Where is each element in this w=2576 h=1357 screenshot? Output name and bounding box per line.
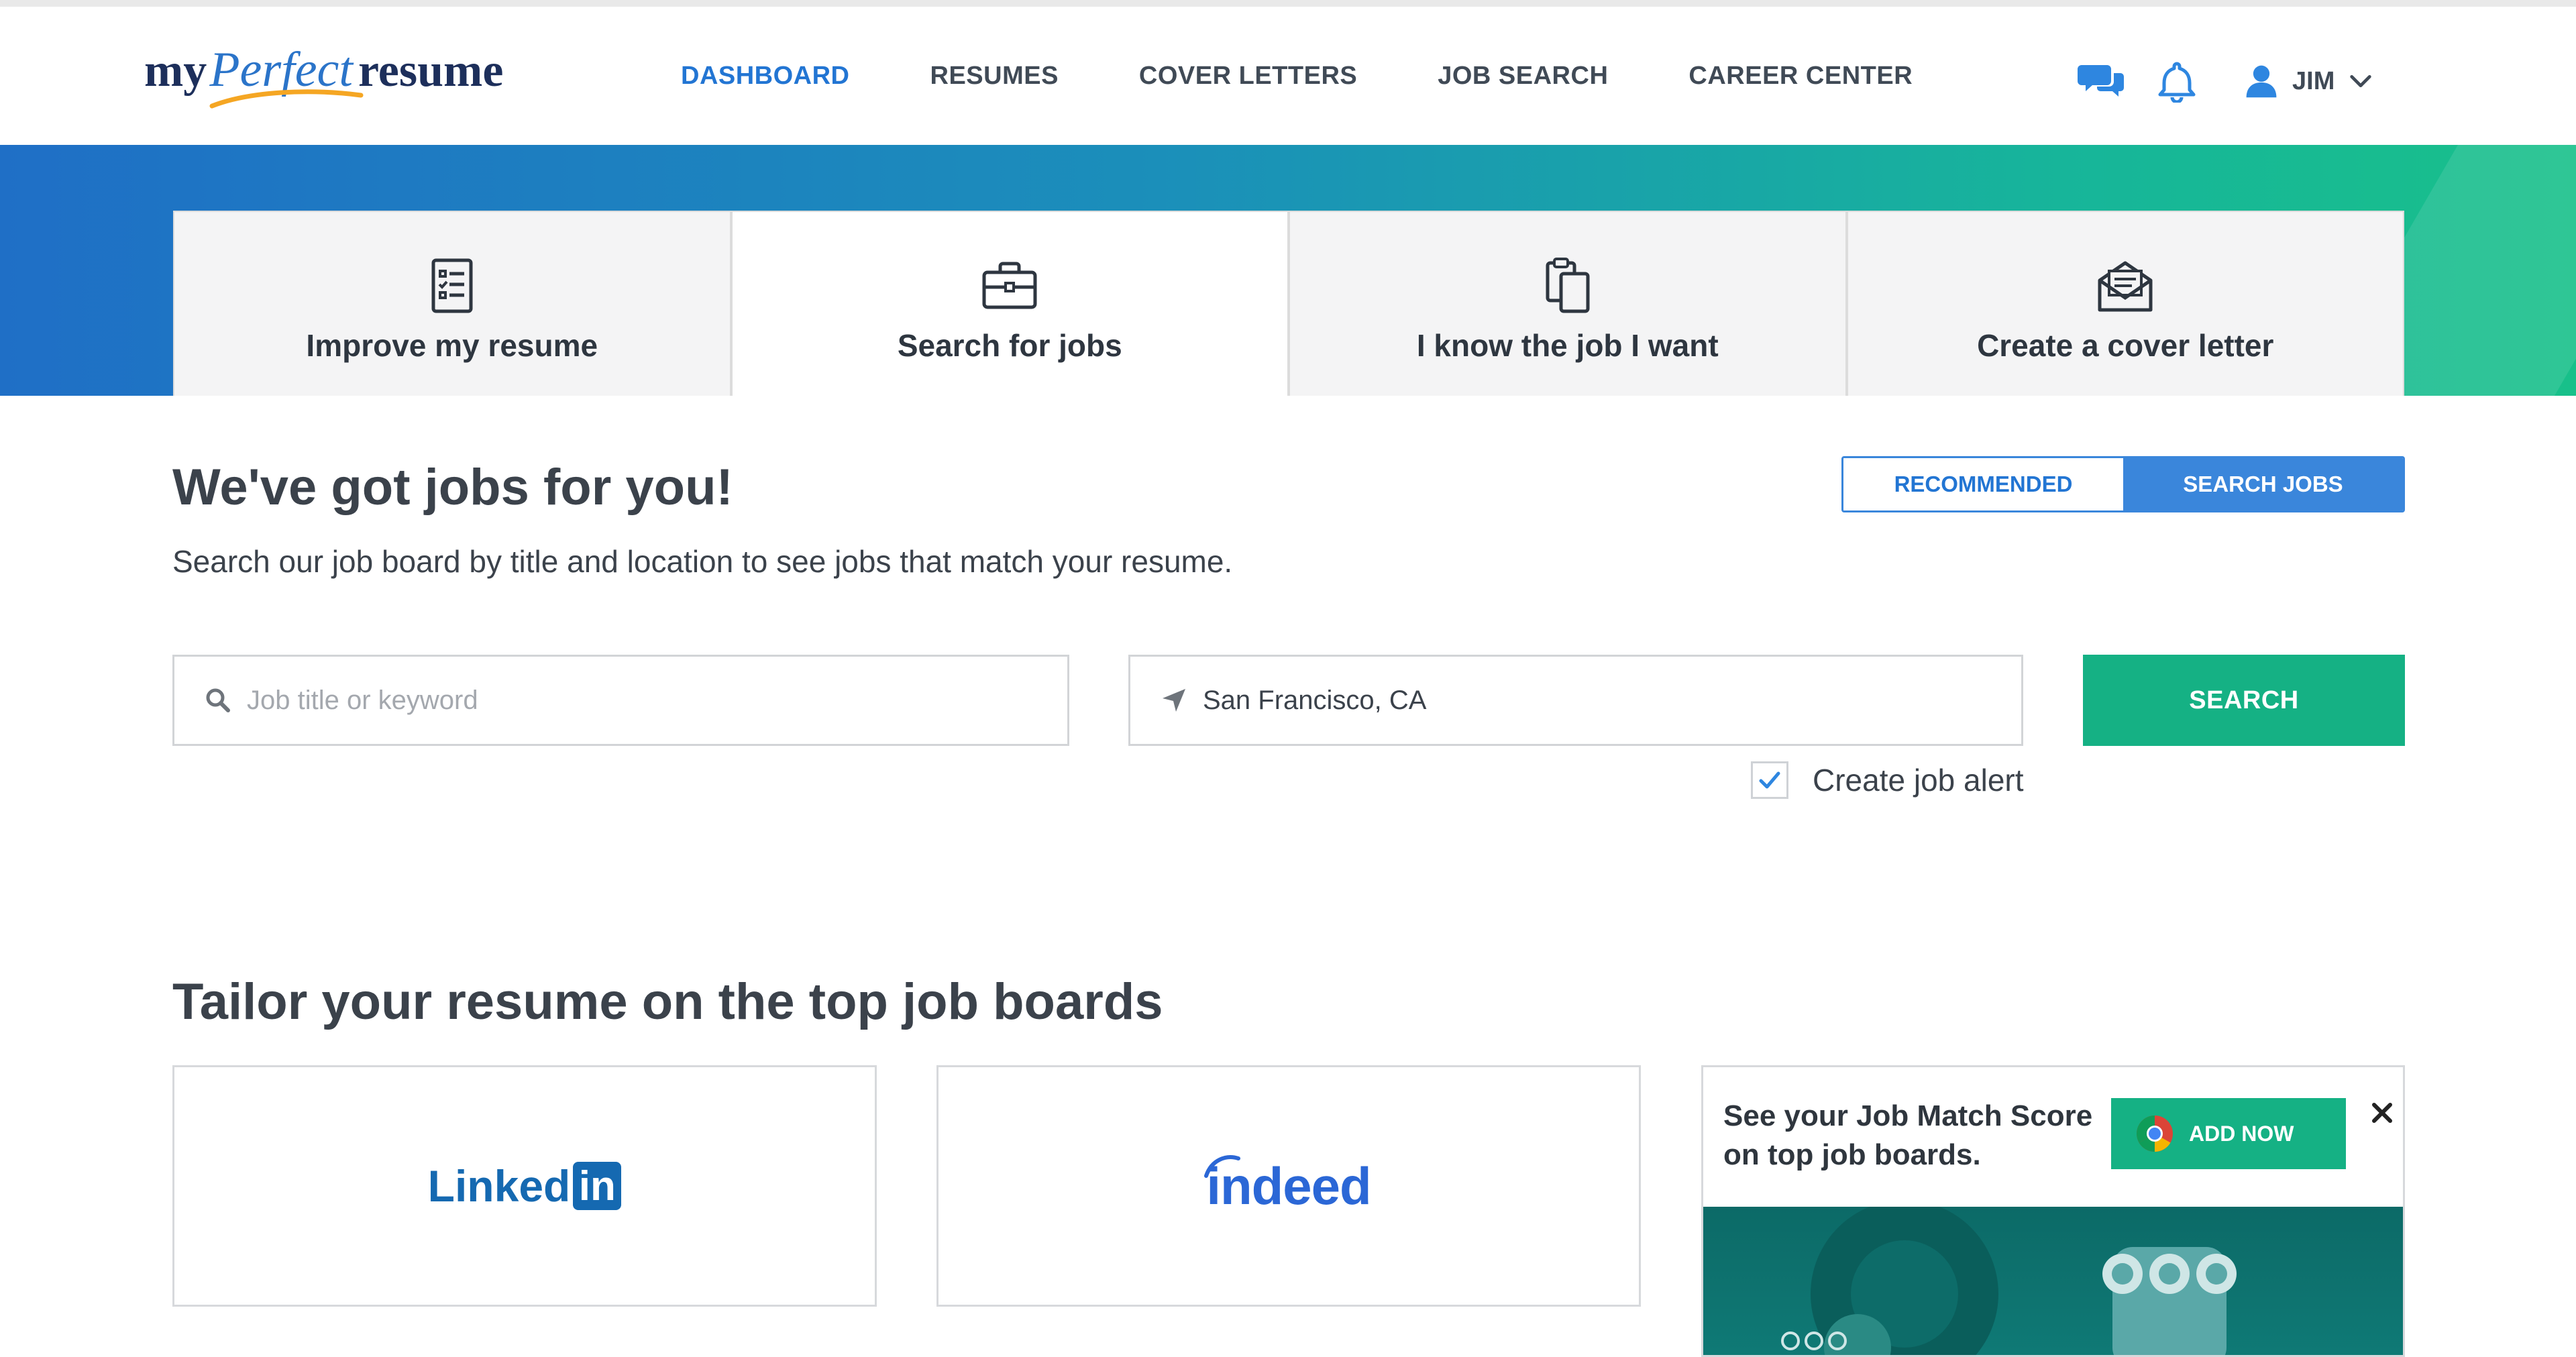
main-nav: DASHBOARD RESUMES COVER LETTERS JOB SEAR… [681, 62, 1993, 91]
check-icon [1759, 771, 1780, 789]
chrome-icon [2136, 1116, 2173, 1152]
logo-perfect: Perfect [209, 42, 364, 109]
nav-resumes[interactable]: RESUMES [930, 62, 1059, 91]
promo-illustration [1703, 1207, 2403, 1355]
job-alert-toggle[interactable]: Create job alert [1751, 761, 2024, 799]
tab-label: Create a cover letter [1977, 328, 2274, 363]
tab-label: Improve my resume [306, 328, 598, 363]
boards-title: Tailor your resume on the top job boards [172, 973, 1163, 1030]
tab-label: I know the job I want [1416, 328, 1719, 363]
view-toggle: RECOMMENDED SEARCH JOBS [1841, 456, 2405, 512]
nav-cover-letters[interactable]: COVER LETTERS [1139, 62, 1357, 91]
chevron-down-icon [2350, 74, 2372, 88]
location-field[interactable] [1128, 655, 2023, 746]
logo[interactable]: my Perfect resume [144, 42, 503, 115]
toggle-recommended[interactable]: RECOMMENDED [1843, 458, 2123, 510]
toggle-search-jobs[interactable]: SEARCH JOBS [2123, 458, 2403, 510]
user-menu[interactable]: JIM [2243, 62, 2373, 100]
logo-swoosh-icon [209, 89, 364, 109]
keyword-input[interactable] [247, 685, 1038, 716]
top-nav: my Perfect resume DASHBOARD RESUMES COVE… [0, 7, 2576, 145]
location-arrow-icon [1163, 689, 1185, 712]
nav-job-search[interactable]: JOB SEARCH [1438, 62, 1608, 91]
job-alert-checkbox[interactable] [1751, 761, 1788, 799]
close-icon[interactable] [2367, 1098, 2397, 1128]
tab-search-jobs[interactable]: Search for jobs [731, 211, 1289, 396]
action-tabs: Improve my resume Search for jobs I know… [173, 211, 2404, 396]
location-input[interactable] [1203, 685, 1994, 716]
tab-label: Search for jobs [897, 328, 1122, 363]
robot-illustration [1781, 1207, 2237, 1355]
search-button[interactable]: SEARCH [2083, 655, 2405, 746]
clipboard-icon [1536, 254, 1600, 318]
keyword-field[interactable] [172, 655, 1069, 746]
search-icon [206, 688, 230, 712]
checklist-icon [420, 254, 484, 318]
tab-improve-resume[interactable]: Improve my resume [173, 211, 731, 396]
linkedin-wordmark: Linked [427, 1161, 571, 1211]
indeed-arc-icon [1204, 1154, 1241, 1178]
tab-know-job[interactable]: I know the job I want [1289, 211, 1847, 396]
tab-cover-letter[interactable]: Create a cover letter [1846, 211, 2404, 396]
add-now-button[interactable]: ADD NOW [2111, 1098, 2346, 1169]
nav-icons: JIM [2076, 59, 2373, 103]
user-icon [2246, 65, 2277, 98]
top-rule [0, 0, 2576, 7]
nav-dashboard[interactable]: DASHBOARD [681, 62, 850, 91]
envelope-icon [2093, 254, 2157, 318]
logo-my: my [144, 45, 207, 97]
bell-icon[interactable] [2151, 59, 2202, 103]
indeed-logo: indeed [1204, 1154, 1372, 1217]
user-name: JIM [2292, 66, 2335, 95]
linkedin-logo: Linked in [428, 1160, 622, 1211]
logo-resume: resume [358, 45, 504, 97]
linkedin-card[interactable]: Linked in [172, 1065, 877, 1307]
section-title: We've got jobs for you! [172, 459, 733, 516]
linkedin-in-box: in [573, 1162, 622, 1210]
promo-text: See your Job Match Score on top job boar… [1723, 1099, 2093, 1171]
extension-promo: See your Job Match Score on top job boar… [1701, 1065, 2405, 1357]
add-now-label: ADD NOW [2189, 1121, 2294, 1146]
briefcase-icon [977, 254, 1042, 318]
indeed-card[interactable]: indeed [936, 1065, 1641, 1307]
nav-career-center[interactable]: CAREER CENTER [1688, 62, 1913, 91]
section-subtitle: Search our job board by title and locati… [172, 544, 1233, 579]
chat-icon[interactable] [2076, 59, 2127, 103]
job-alert-label: Create job alert [1813, 763, 2024, 798]
